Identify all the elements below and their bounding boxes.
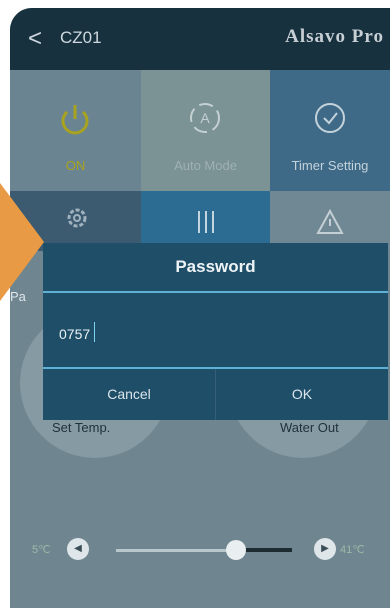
slider-min-label: 5℃ [32,544,51,556]
slider-thumb[interactable] [226,540,246,560]
slider-max-label: 41℃ [340,544,365,556]
dialog-title: Password [175,257,256,276]
app-screen: < CZ01 Alsavo Pro ON A Auto Mode Timer S… [10,8,390,608]
brand-title: Alsavo Pro [285,26,384,47]
temperature-slider[interactable]: 5℃ ◀ ▶ 41℃ [10,538,390,564]
clock-icon [315,103,345,133]
warning-icon [316,208,344,234]
text-caret [94,322,95,342]
auto-mode-icon: A [190,103,220,133]
password-dialog: Password Cancel OK [43,243,388,420]
ok-button[interactable]: OK [216,369,388,420]
back-icon[interactable]: < [28,24,42,54]
sliders-icon [198,211,214,233]
top-bar: < CZ01 Alsavo Pro [10,8,390,70]
set-temp-label: Set Temp. [52,420,111,435]
cancel-button[interactable]: Cancel [43,369,215,420]
tile-auto-mode-label: Auto Mode [174,158,237,173]
tile-timer-label: Timer Setting [291,158,369,173]
water-out-label: Water Out [280,420,339,435]
tile-power[interactable]: ON [10,70,141,191]
power-icon [61,105,89,135]
increase-arrow-icon[interactable]: ▶ [314,538,336,560]
device-name: CZ01 [60,28,102,47]
svg-text:A: A [200,110,210,126]
tile-timer-setting[interactable]: Timer Setting [270,70,390,191]
tile-power-label: ON [65,158,86,173]
tile-settings[interactable] [141,191,270,251]
tile-auto-mode[interactable]: A Auto Mode [141,70,270,191]
pointer-arrow-icon [0,183,44,301]
gear-icon [67,208,87,228]
dialog-title-divider [43,291,388,293]
decrease-arrow-icon[interactable]: ◀ [67,538,89,560]
password-input[interactable] [59,323,369,345]
tile-alarm[interactable] [270,191,390,251]
